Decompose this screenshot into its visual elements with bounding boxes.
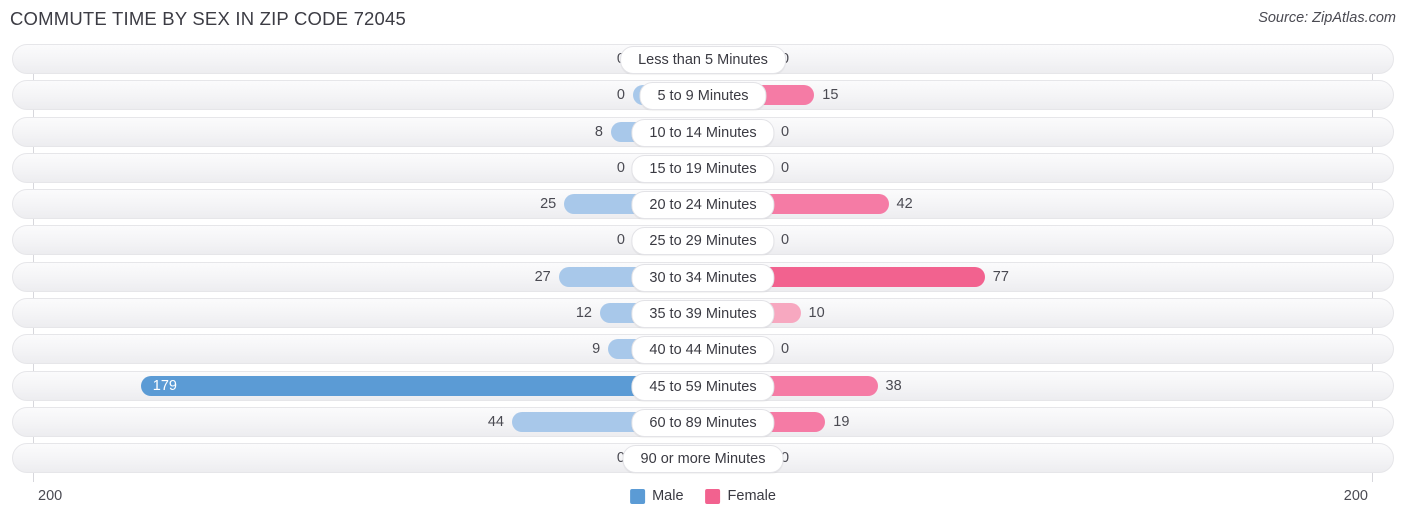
category-label-pill: 35 to 39 Minutes [631, 300, 775, 329]
category-label-pill: 40 to 44 Minutes [631, 336, 775, 365]
chart-footer: 200 Male Female 200 [0, 484, 1406, 522]
male-value-label: 0 [616, 159, 625, 176]
female-value-label: 0 [781, 123, 790, 140]
bar-rows-container: 00Less than 5 Minutes0155 to 9 Minutes80… [0, 44, 1406, 480]
category-label-pill: Less than 5 Minutes [620, 46, 786, 74]
bar-row: 27 77 30 to 34 Minutes [0, 261, 1406, 292]
legend-label-male: Male [652, 488, 684, 504]
bar-row: 0 0 15 to 19 Minutes [0, 152, 1406, 183]
category-label-pill: 60 to 89 Minutes [631, 408, 775, 437]
bar-row: 0 0 25 to 29 Minutes [0, 225, 1406, 256]
male-color-swatch [630, 488, 646, 504]
bar-row: 0 15 5 to 9 Minutes [0, 80, 1406, 111]
male-value-label: 25 [540, 196, 557, 213]
chart-header: COMMUTE TIME BY SEX IN ZIP CODE 72045 So… [0, 0, 1406, 38]
axis-tick-left: 200 [38, 488, 63, 504]
male-bar[interactable] [140, 375, 703, 396]
male-value-label: 8 [594, 123, 603, 140]
female-color-swatch [705, 488, 721, 504]
legend-item-female[interactable]: Female [705, 488, 776, 504]
bar-row: 9 0 40 to 44 Minutes [0, 334, 1406, 365]
female-value-label: 10 [808, 305, 825, 322]
category-label-pill: 45 to 59 Minutes [631, 372, 775, 401]
male-value-label: 0 [616, 87, 625, 104]
female-value-label: 0 [781, 341, 790, 358]
bar-row: 8 0 10 to 14 Minutes [0, 116, 1406, 147]
bar-row: 44 19 60 to 89 Minutes [0, 406, 1406, 437]
male-value-label: 0 [616, 232, 625, 249]
bar-row: 00Less than 5 Minutes [0, 44, 1406, 74]
source-attribution: Source: ZipAtlas.com [1258, 10, 1396, 26]
legend-item-male[interactable]: Male [630, 488, 684, 504]
male-value-label: 27 [534, 268, 551, 285]
female-value-label: 0 [781, 159, 790, 176]
bar-row: 0 0 90 or more Minutes [0, 443, 1406, 474]
category-label-pill: 15 to 19 Minutes [631, 154, 775, 183]
page-title: COMMUTE TIME BY SEX IN ZIP CODE 72045 [10, 8, 407, 29]
bar-row: 179 38 45 to 59 Minutes [0, 370, 1406, 401]
male-value-label: 9 [592, 341, 601, 358]
chart-legend: Male Female [630, 488, 776, 504]
category-label-pill: 10 to 14 Minutes [631, 118, 775, 147]
female-value-label: 19 [833, 413, 850, 430]
category-label-pill: 25 to 29 Minutes [631, 227, 775, 256]
male-value-label: 179 [152, 377, 177, 394]
category-label-pill: 90 or more Minutes [622, 445, 784, 474]
female-value-label: 42 [896, 196, 913, 213]
male-value-label: 44 [487, 413, 504, 430]
category-label-pill: 5 to 9 Minutes [639, 82, 767, 111]
category-label-pill: 30 to 34 Minutes [631, 263, 775, 292]
female-value-label: 38 [885, 377, 902, 394]
bar-row: 25 42 20 to 24 Minutes [0, 189, 1406, 220]
female-value-label: 77 [992, 268, 1009, 285]
female-value-label: 0 [781, 232, 790, 249]
bar-row: 12 10 35 to 39 Minutes [0, 298, 1406, 329]
chart-plot-area: 00Less than 5 Minutes0155 to 9 Minutes80… [0, 44, 1406, 482]
legend-label-female: Female [727, 488, 776, 504]
axis-tick-right: 200 [1343, 488, 1368, 504]
female-value-label: 15 [822, 87, 839, 104]
male-value-label: 12 [575, 305, 592, 322]
category-label-pill: 20 to 24 Minutes [631, 191, 775, 220]
